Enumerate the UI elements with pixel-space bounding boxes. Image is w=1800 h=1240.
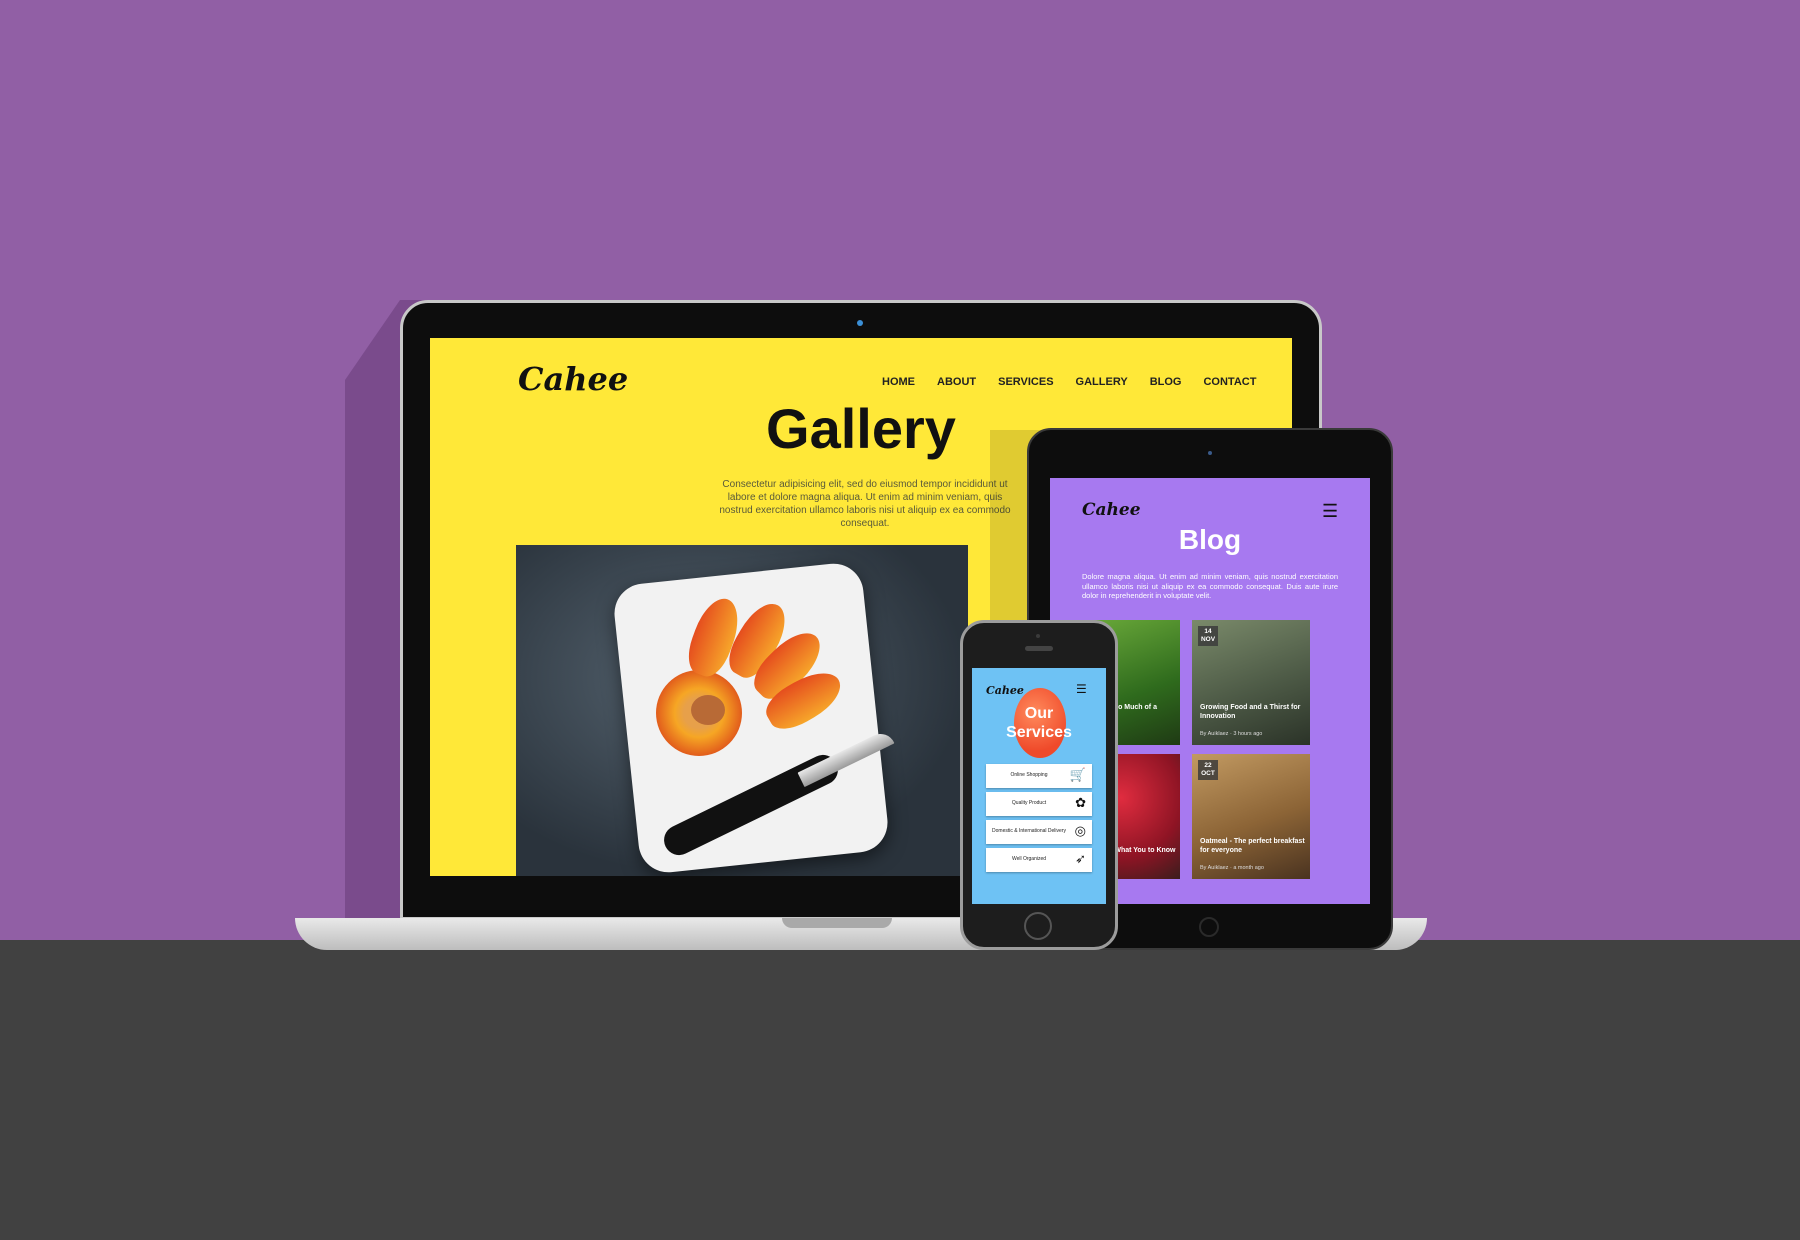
- phone-camera: [1036, 634, 1040, 638]
- blog-card-title: Oatmeal - The perfect breakfast for ever…: [1200, 838, 1305, 854]
- blog-card-meta: By Auiklaez · 3 hours ago: [1200, 731, 1263, 737]
- laptop-nav: HOME ABOUT SERVICES GALLERY BLOG CONTACT: [882, 376, 1256, 388]
- service-label: Well Organized: [1011, 856, 1047, 862]
- blog-card-title: Growing Food and a Thirst for Innovation: [1200, 704, 1301, 720]
- tablet-home-button[interactable]: [1199, 917, 1219, 937]
- tablet-camera: [1208, 451, 1212, 455]
- blog-card[interactable]: 22 OCT Oatmeal - The perfect breakfast fo…: [1192, 754, 1310, 879]
- service-label: Online Shopping: [1010, 772, 1048, 778]
- hamburger-menu-icon[interactable]: ☰: [1322, 502, 1340, 520]
- date-day: 22: [1204, 762, 1212, 769]
- service-item-well-organized[interactable]: Well Organized ➶: [986, 848, 1092, 872]
- service-item-delivery[interactable]: Domestic & International Delivery ◎: [986, 820, 1092, 844]
- phone-home-button[interactable]: [1024, 912, 1052, 940]
- nav-home[interactable]: HOME: [882, 376, 915, 388]
- date-month: OCT: [1201, 770, 1215, 777]
- nav-contact[interactable]: CONTACT: [1203, 376, 1256, 388]
- hamburger-menu-icon[interactable]: ☰: [1076, 682, 1087, 696]
- services-title: Our Services: [972, 704, 1106, 742]
- plant-icon: ✿: [1075, 795, 1086, 810]
- phone-site-logo[interactable]: Cahee: [986, 684, 1024, 697]
- nav-services[interactable]: SERVICES: [998, 376, 1053, 388]
- service-label: Domestic & International Delivery: [992, 828, 1066, 834]
- cart-icon: 🛒: [1069, 767, 1086, 782]
- plate: [611, 560, 891, 876]
- blog-card-meta: By Auiklaez · a month ago: [1200, 865, 1264, 871]
- gallery-image-peach[interactable]: [516, 545, 968, 876]
- tablet-site-logo[interactable]: Cahee: [1082, 500, 1141, 520]
- services-title-line1: Our: [1024, 705, 1054, 722]
- carrot-icon: ➶: [1075, 851, 1086, 866]
- blog-card-date: 14 NOV: [1198, 626, 1218, 646]
- nav-gallery[interactable]: GALLERY: [1076, 376, 1128, 388]
- nav-about[interactable]: ABOUT: [937, 376, 976, 388]
- date-day: 14: [1204, 628, 1212, 635]
- laptop-notch: [782, 918, 892, 928]
- blog-title: Blog: [1178, 524, 1242, 555]
- gray-floor: [0, 940, 1800, 1240]
- service-label: Quality Product: [1011, 800, 1047, 806]
- service-item-quality-product[interactable]: Quality Product ✿: [986, 792, 1092, 816]
- date-month: NOV: [1200, 636, 1216, 643]
- phone-screen: Cahee ☰ Our Services Online Shopping 🛒 Q…: [972, 668, 1106, 904]
- delivery-icon: ◎: [1074, 823, 1086, 838]
- blog-description: Dolore magna aliqua. Ut enim ad minim ve…: [1082, 572, 1338, 600]
- phone-speaker: [1025, 646, 1053, 651]
- service-item-online-shopping[interactable]: Online Shopping 🛒: [986, 764, 1092, 788]
- blog-card[interactable]: 14 NOV Growing Food and a Thirst for Inno…: [1192, 620, 1310, 745]
- laptop-camera: [857, 320, 863, 326]
- nav-blog[interactable]: BLOG: [1150, 376, 1182, 388]
- peach-pit: [691, 695, 725, 725]
- gallery-description: Consectetur adipisicing elit, sed do eiu…: [719, 479, 1011, 529]
- laptop-site-logo[interactable]: Cahee: [518, 360, 628, 398]
- blog-card-date: 22 OCT: [1198, 760, 1218, 780]
- services-title-line2: Services: [1006, 724, 1072, 741]
